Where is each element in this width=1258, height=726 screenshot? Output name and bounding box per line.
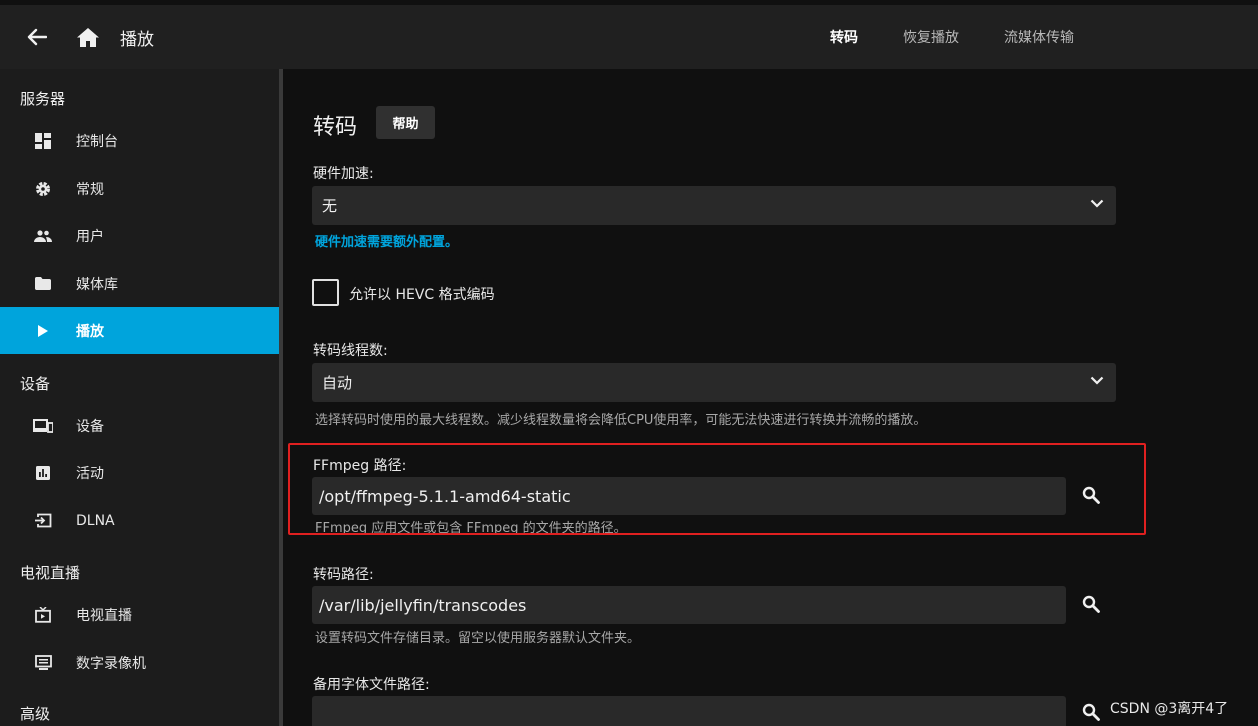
- arrow-left-icon: [27, 28, 47, 46]
- home-icon: [77, 27, 99, 47]
- sidebar-item-dashboard[interactable]: 控制台: [0, 117, 279, 164]
- sidebar-item-dvr[interactable]: 数字录像机: [0, 639, 279, 686]
- sidebar-section-devices: 设备: [20, 375, 51, 393]
- ffmpeg-path-hint: FFmpeg 应用文件或包含 FFmpeg 的文件夹的路径。: [315, 521, 627, 536]
- chevron-down-icon: [1090, 376, 1104, 385]
- fallback-font-label: 备用字体文件路径:: [313, 677, 430, 693]
- fallback-font-input[interactable]: [312, 696, 1066, 726]
- threads-select[interactable]: 自动: [312, 363, 1116, 402]
- help-button[interactable]: 帮助: [376, 106, 435, 139]
- header-tabs: 转码 恢复播放 流媒体传输: [830, 5, 1119, 69]
- sidebar-item-label: 活动: [76, 465, 104, 482]
- sidebar-item-live-tv[interactable]: 电视直播: [0, 591, 279, 638]
- search-icon: [1082, 486, 1100, 504]
- sidebar-item-dlna[interactable]: DLNA: [0, 497, 279, 544]
- tab-streaming[interactable]: 流媒体传输: [1004, 27, 1074, 47]
- search-icon: [1082, 703, 1100, 721]
- threads-value: 自动: [322, 374, 353, 392]
- hw-accel-info-link[interactable]: 硬件加速需要额外配置。: [315, 231, 458, 250]
- transcode-path-label: 转码路径:: [313, 567, 374, 583]
- sidebar-section-live-tv: 电视直播: [20, 564, 81, 582]
- sidebar-item-label: 控制台: [76, 133, 118, 150]
- hevc-checkbox[interactable]: [312, 279, 339, 306]
- transcode-path-input[interactable]: [312, 586, 1066, 624]
- sidebar-item-label: 电视直播: [76, 607, 132, 624]
- sidebar-item-label: 设备: [76, 418, 104, 435]
- hevc-checkbox-label: 允许以 HEVC 格式编码: [349, 287, 495, 303]
- ffmpeg-path-label: FFmpeg 路径:: [313, 458, 407, 474]
- sidebar-item-label: 数字录像机: [76, 655, 146, 672]
- search-icon: [1082, 595, 1100, 613]
- hw-accel-label: 硬件加速:: [313, 166, 374, 182]
- tab-resume[interactable]: 恢复播放: [903, 27, 959, 47]
- dashboard-icon: [33, 131, 53, 151]
- transcode-path-hint: 设置转码文件存储目录。留空以使用服务器默认文件夹。: [315, 631, 641, 646]
- activity-icon: [33, 463, 53, 483]
- live-tv-icon: [33, 605, 53, 625]
- back-button[interactable]: [25, 25, 49, 49]
- sidebar-item-general[interactable]: 常规: [0, 165, 279, 212]
- tab-transcoding[interactable]: 转码: [830, 27, 858, 47]
- chevron-down-icon: [1090, 199, 1104, 208]
- sidebar-item-label: 用户: [76, 228, 104, 245]
- page-title: 转码: [313, 115, 358, 140]
- ffmpeg-path-input[interactable]: [312, 477, 1066, 515]
- watermark: CSDN @3离开4了: [1110, 701, 1229, 717]
- threads-label: 转码线程数:: [313, 343, 388, 359]
- transcode-path-browse-button[interactable]: [1079, 592, 1103, 616]
- folder-icon: [33, 274, 53, 294]
- sidebar-item-activity[interactable]: 活动: [0, 449, 279, 496]
- threads-hint: 选择转码时使用的最大线程数。减少线程数量将会降低CPU使用率，可能无法快速进行转…: [315, 413, 927, 428]
- hw-accel-value: 无: [322, 197, 338, 215]
- page-header-title: 播放: [120, 29, 154, 50]
- top-app-bar: 播放 转码 恢复播放 流媒体传输: [0, 5, 1258, 69]
- ffmpeg-browse-button[interactable]: [1079, 483, 1103, 507]
- devices-icon: [33, 416, 53, 436]
- hw-accel-select[interactable]: 无: [312, 186, 1116, 225]
- input-icon: [33, 511, 53, 531]
- sidebar-item-label: 播放: [76, 323, 104, 340]
- sidebar-section-server: 服务器: [20, 90, 66, 108]
- sidebar-item-libraries[interactable]: 媒体库: [0, 260, 279, 307]
- play-icon: [33, 321, 53, 341]
- fallback-font-browse-button[interactable]: [1079, 700, 1103, 724]
- sidebar-item-label: 常规: [76, 181, 104, 198]
- sidebar-item-playback[interactable]: 播放: [0, 307, 279, 354]
- users-icon: [33, 226, 53, 246]
- sidebar-item-devices[interactable]: 设备: [0, 402, 279, 449]
- sidebar-section-advanced: 高级: [20, 705, 51, 723]
- sidebar-item-label: DLNA: [76, 512, 115, 529]
- sidebar-item-label: 媒体库: [76, 276, 118, 293]
- main-content: 转码 帮助 硬件加速: 无 硬件加速需要额外配置。 允许以 HEVC 格式编码 …: [283, 69, 1258, 726]
- gear-icon: [33, 179, 53, 199]
- sidebar-item-users[interactable]: 用户: [0, 212, 279, 259]
- home-button[interactable]: [76, 25, 100, 49]
- sidebar: 服务器 控制台 常规 用户 媒体库 播放 设备 设备 活动 DLNA 电视直播 …: [0, 69, 279, 726]
- dvr-icon: [33, 653, 53, 673]
